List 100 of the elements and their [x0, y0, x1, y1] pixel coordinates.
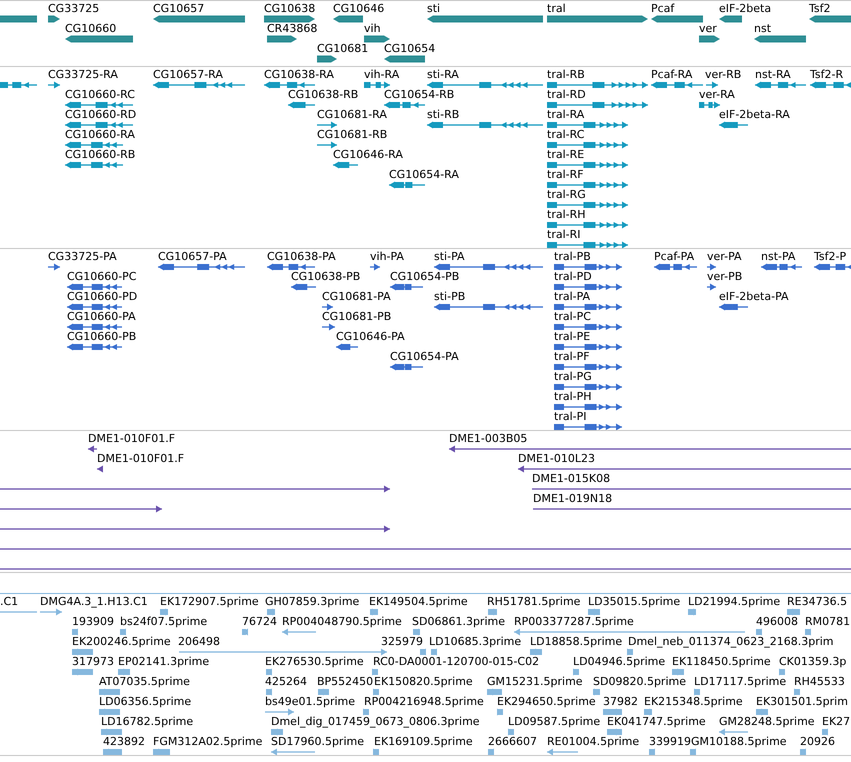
feature-label: ver-PB	[707, 270, 742, 284]
feature-label: 339919	[649, 735, 691, 749]
feature-label: 425264	[265, 675, 307, 689]
feature-label: EK172907.5prime	[160, 595, 259, 609]
feature-label: sti-PB	[434, 290, 466, 304]
feature-label: bs49e01.5prime	[265, 695, 356, 709]
feature-label: CG10660	[65, 22, 116, 36]
feature-label: tral	[547, 2, 566, 16]
feature-label: CG10646	[333, 2, 384, 16]
feature-label: RP003377287.5prime	[514, 615, 634, 629]
feature-label: DME1-010F01.F	[88, 432, 176, 446]
feature-label: LD35015.5prime	[588, 595, 680, 609]
feature-label: EK118450.5prime	[672, 655, 771, 669]
feature-label: LD21994.5prime	[688, 595, 780, 609]
feature-label: CG10654-RA	[389, 168, 459, 182]
feature-label: LD17117.5prime	[694, 675, 786, 689]
feature-label: Pcaf-RA	[651, 68, 692, 82]
feature-label: LD18858.5prime	[530, 635, 622, 649]
feature-label: RM0781	[805, 615, 850, 629]
feature-label: 76724	[242, 615, 277, 629]
feature-label: CG10681-PB	[322, 310, 392, 324]
feature-label: Dmel_neb_011374_0623_2168.3prim	[628, 635, 834, 649]
feature-label: DME1-010F01.F	[97, 452, 184, 466]
feature-label: Tsf2-R	[810, 68, 844, 82]
feature-label: GM28248.5prime	[719, 715, 815, 729]
feature-label: EP02141.3prime	[118, 655, 210, 669]
feature-label: 423892	[103, 735, 145, 749]
feature-label: Tsf2	[809, 2, 831, 16]
feature-label: CG10638-PA	[267, 250, 336, 264]
feature-label: tral-RI	[547, 228, 580, 242]
feature-label: vih-PA	[370, 250, 404, 264]
feature-label: 20926	[800, 735, 835, 749]
feature-label: CG33725	[48, 2, 100, 16]
feature-label: EK215348.5prime	[644, 695, 743, 709]
feature-label: LD09587.5prime	[508, 715, 600, 729]
feature-label: sti-RA	[427, 68, 459, 82]
feature-label: CG10654-PA	[390, 350, 459, 364]
feature-label: tral-PG	[554, 370, 592, 384]
feature-label: CG10654	[384, 42, 436, 56]
feature-label: DME1-019N18	[533, 492, 612, 506]
feature-label: DME1-003B05	[449, 432, 528, 446]
feature-label: CG10646-PA	[336, 330, 405, 344]
feature-label: GH07859.3prime	[265, 595, 360, 609]
feature-label: CG10660-PD	[67, 290, 138, 304]
feature-label: tral-PD	[554, 270, 592, 284]
feature-label: AT07035.5prime	[99, 675, 190, 689]
feature-label: ver-RB	[705, 68, 742, 82]
feature-label: EK276530.5prime	[265, 655, 364, 669]
feature-label: sti	[427, 2, 440, 16]
feature-label: 37982	[603, 695, 638, 709]
feature-label: bs24f07.5prime	[120, 615, 208, 629]
feature-label: SD17960.5prime	[271, 735, 364, 749]
feature-label: SD06861.3prime	[412, 615, 505, 629]
feature-label: CG10638	[264, 2, 316, 16]
feature-label: tral-RE	[547, 148, 584, 162]
feature-label: GM15231.5prime	[487, 675, 583, 689]
feature-label: DMG4A.3_1.H13.C1	[40, 595, 148, 609]
feature-label: vih-RA	[364, 68, 400, 82]
feature-label: tral-RC	[547, 128, 584, 142]
feature-label: CG10660-RD	[65, 108, 136, 122]
feature-label: Tsf2-P	[814, 250, 846, 264]
feature-label: RP004216948.5prime	[364, 695, 484, 709]
feature-label: tral-PH	[554, 390, 592, 404]
feature-label: EK150820.5prime	[374, 675, 473, 689]
feature-label: 496008	[756, 615, 798, 629]
feature-label: sti-PA	[434, 250, 465, 264]
feature-label: eIF-2beta	[719, 2, 772, 16]
feature-label: CG10681-RA	[317, 108, 387, 122]
feature-label: tral-PE	[554, 330, 590, 344]
feature-label: BP552450	[317, 675, 374, 689]
feature-label: tral-RF	[547, 168, 584, 182]
feature-label: EK294650.5prime	[497, 695, 596, 709]
feature-label: EK200246.5prime	[72, 635, 171, 649]
feature-label: tral-RA	[547, 108, 584, 122]
feature-label: CG10660-RB	[65, 148, 136, 162]
feature-label: CG10660-PB	[67, 330, 136, 344]
feature-label: CG10638-PB	[291, 270, 360, 284]
feature-label: EK27	[822, 715, 850, 729]
feature-label: CG10660-RA	[65, 128, 135, 142]
feature-label: Pcaf-PA	[654, 250, 694, 264]
feature-label: RP004048790.5prime	[282, 615, 402, 629]
feature-label: eIF-2beta-RA	[719, 108, 790, 122]
feature-label: FGM312A02.5prime	[153, 735, 262, 749]
feature-label: CG10654-RB	[384, 88, 454, 102]
feature-label: EK169109.5prime	[374, 735, 473, 749]
feature-label: EK041747.5prime	[607, 715, 706, 729]
feature-label: EK149504.5prime	[369, 595, 468, 609]
feature-label: RC0-DA0001-120700-015-C02	[373, 655, 540, 669]
feature-label: CG10638-RA	[264, 68, 334, 82]
feature-label: RE34736.5	[787, 595, 848, 609]
feature-label: nst	[754, 22, 772, 36]
feature-label: 2666607	[488, 735, 537, 749]
feature-label: LD10685.3prime	[429, 635, 522, 649]
feature-label: CG10646-RA	[333, 148, 403, 162]
feature-label: CG10660-PA	[67, 310, 136, 324]
feature-label: CG10660-PC	[67, 270, 136, 284]
feature-label: CR43868	[267, 22, 318, 36]
feature-label: LD06356.5prime	[99, 695, 192, 709]
feature-label: tral-PB	[554, 250, 591, 264]
feature-label: tral-PA	[554, 290, 590, 304]
